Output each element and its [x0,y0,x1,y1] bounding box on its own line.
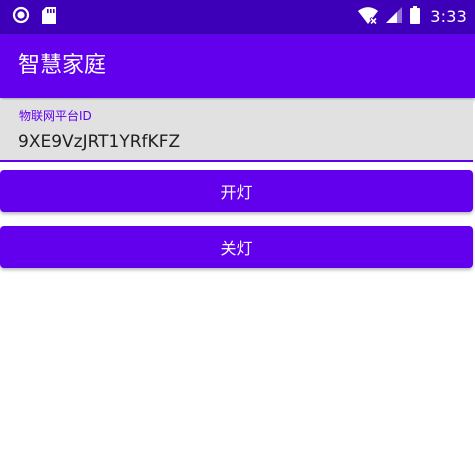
notification-circle-icon [12,6,30,28]
status-bar-right: 3:33 [358,0,467,34]
wifi-icon [358,6,379,28]
sd-card-icon [42,6,56,28]
platform-id-field[interactable]: 物联网平台ID [0,100,473,162]
platform-id-label: 物联网平台ID [19,109,92,123]
battery-icon [410,6,421,28]
turn-on-light-button[interactable]: 开灯 [0,170,473,212]
app-screen: 3:33 智慧家庭 物联网平台ID 开灯 关灯 [0,0,475,455]
app-title: 智慧家庭 [18,53,107,78]
platform-id-input[interactable] [18,130,458,154]
status-time: 3:33 [430,7,467,26]
turn-off-light-button[interactable]: 关灯 [0,226,473,268]
app-bar: 智慧家庭 [0,34,475,98]
status-bar: 3:33 [0,0,475,34]
status-bar-left [12,0,56,34]
cell-signal-icon [386,7,403,27]
